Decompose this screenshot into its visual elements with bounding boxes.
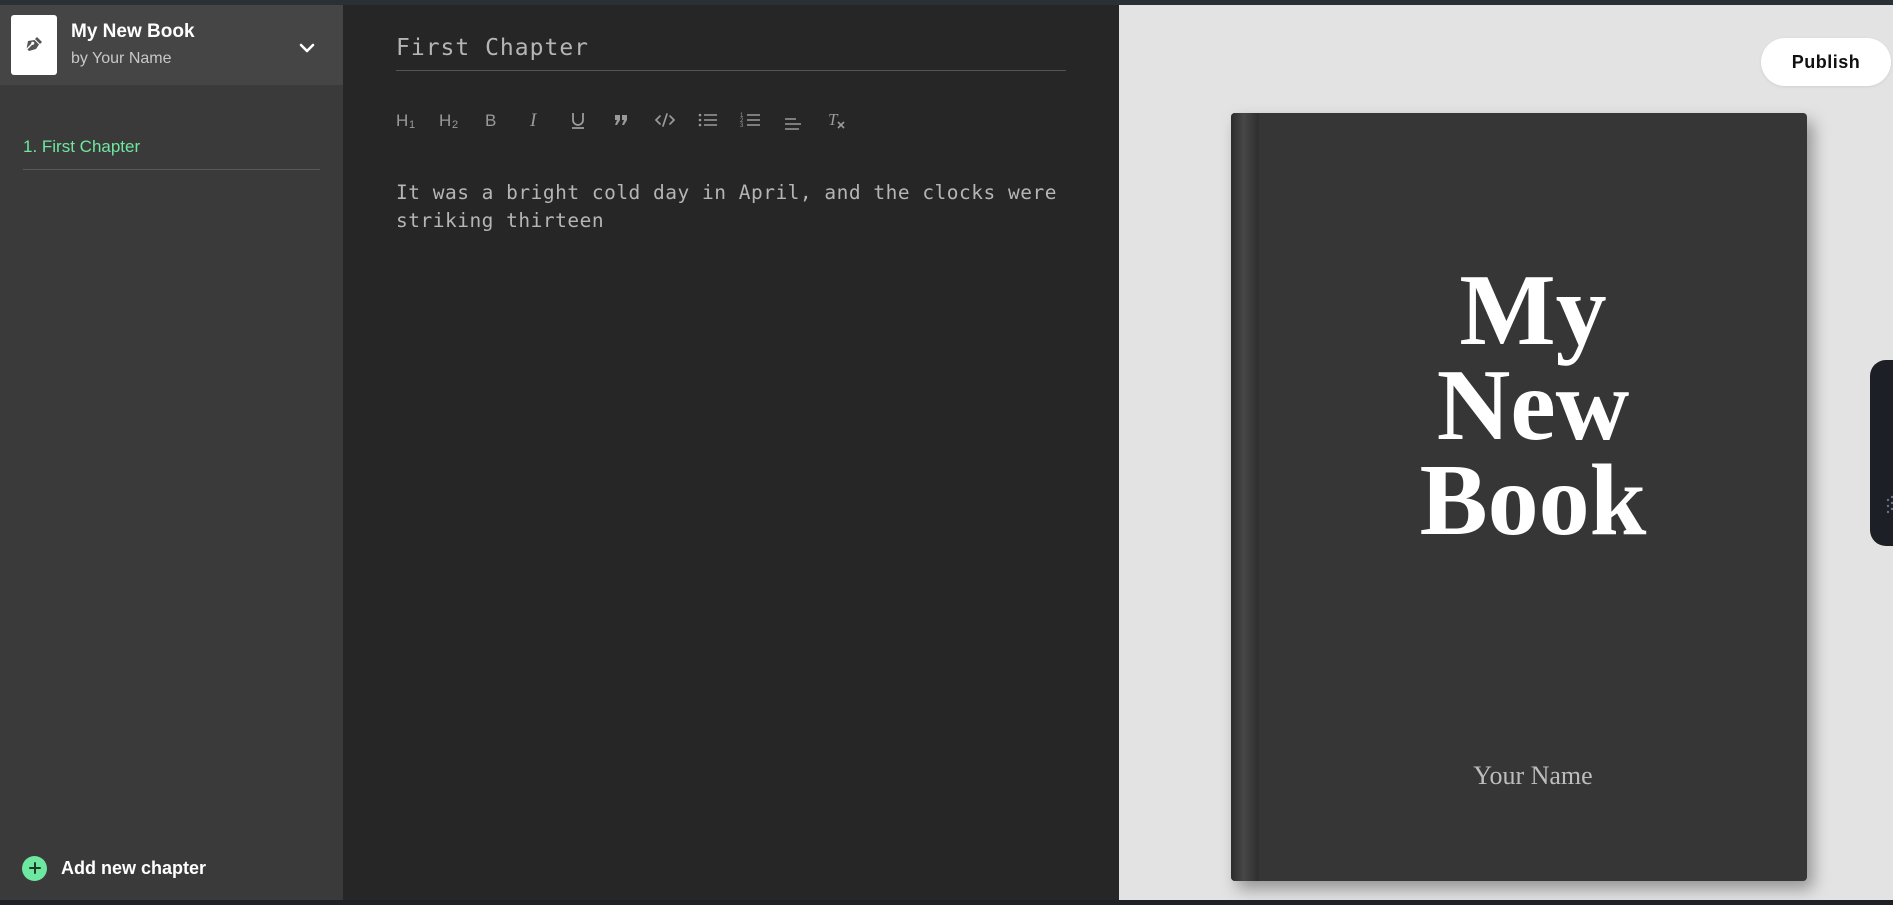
cover-author: Your Name xyxy=(1473,761,1593,790)
cover-title-line: My xyxy=(1459,254,1607,367)
italic-icon[interactable]: I xyxy=(525,105,568,135)
book-switcher[interactable]: My New Book by Your Name xyxy=(0,5,343,85)
sidebar: My New Book by Your Name 1. First Chapte… xyxy=(0,5,343,900)
heading-1-icon[interactable]: H1 xyxy=(396,105,439,135)
format-toolbar: H1 H2 B I 123 T xyxy=(396,103,869,137)
book-author: by Your Name xyxy=(71,50,172,67)
numbered-list-icon[interactable]: 123 xyxy=(740,105,783,135)
editor-pane: H1 H2 B I 123 T It was a xyxy=(343,5,1119,900)
chapter-label: 1. First Chapter xyxy=(23,137,141,156)
svg-text:I: I xyxy=(529,110,538,130)
quote-icon[interactable] xyxy=(611,105,654,135)
cover-title-line: New xyxy=(1436,349,1630,462)
book-title: My New Book xyxy=(71,21,195,42)
publish-button[interactable]: Publish xyxy=(1761,38,1891,86)
chapter-item[interactable]: 1. First Chapter xyxy=(23,125,320,170)
code-icon[interactable] xyxy=(654,105,697,135)
svg-text:B: B xyxy=(485,111,496,130)
book-cover: My New Book Your Name xyxy=(1231,113,1807,881)
book-spine xyxy=(1231,113,1259,881)
svg-text:2: 2 xyxy=(452,119,458,130)
underline-icon[interactable] xyxy=(568,105,611,135)
add-chapter-button[interactable]: Add new chapter xyxy=(22,855,206,881)
bottom-border xyxy=(0,900,1893,905)
clear-format-icon[interactable]: T xyxy=(826,105,869,135)
bold-icon[interactable]: B xyxy=(482,105,525,135)
chapter-title-input[interactable] xyxy=(396,25,1066,71)
chevron-down-icon[interactable] xyxy=(296,37,318,59)
cover-title: My New Book xyxy=(1259,254,1807,557)
heading-2-icon[interactable]: H2 xyxy=(439,105,482,135)
align-icon[interactable] xyxy=(783,105,826,135)
chapter-body-editor[interactable]: It was a bright cold day in April, and t… xyxy=(396,179,1076,235)
svg-text:H: H xyxy=(439,111,451,130)
bulleted-list-icon[interactable] xyxy=(697,105,740,135)
feedback-side-tab[interactable] xyxy=(1870,360,1893,546)
cover-title-line: Book xyxy=(1419,444,1647,557)
plus-icon xyxy=(22,855,47,881)
svg-text:3: 3 xyxy=(740,123,744,129)
pen-nib-icon xyxy=(11,15,57,75)
svg-text:T: T xyxy=(828,110,839,129)
add-chapter-label: Add new chapter xyxy=(61,857,207,878)
svg-text:H: H xyxy=(396,111,408,130)
svg-text:1: 1 xyxy=(409,119,415,130)
